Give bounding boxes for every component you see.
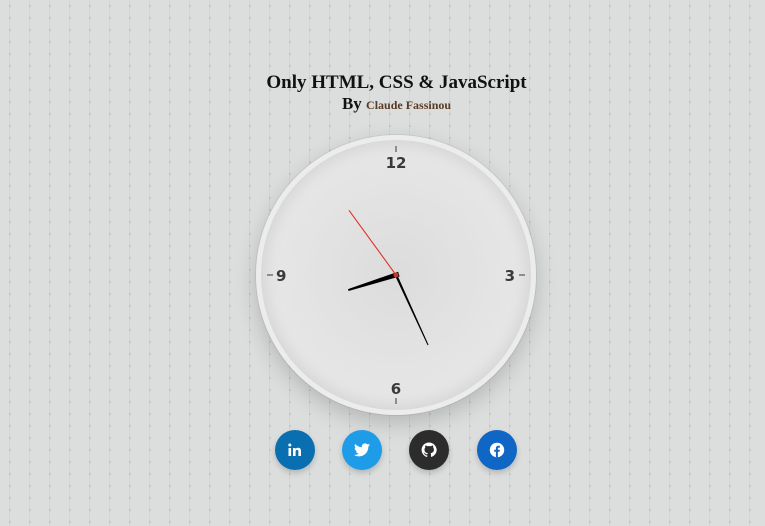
github-icon [421, 442, 437, 458]
numeral-6: 6 [391, 380, 401, 398]
page-title: Only HTML, CSS & JavaScript [266, 72, 527, 93]
github-button[interactable] [409, 430, 449, 470]
facebook-button[interactable] [477, 430, 517, 470]
second-hand [348, 209, 398, 277]
minute-hand [394, 272, 429, 346]
center-pin [393, 272, 399, 278]
twitter-icon [354, 443, 370, 457]
author-name: Claude Fassinou [366, 98, 452, 112]
hour-hand [348, 271, 400, 291]
by-label: By [341, 94, 362, 113]
clock-face: 12 3 6 9 [267, 146, 525, 404]
linkedin-button[interactable] [275, 430, 315, 470]
analog-clock: 12 3 6 9 [256, 135, 536, 415]
page-header: Only HTML, CSS & JavaScript By Claude Fa… [0, 72, 765, 115]
numeral-9: 9 [276, 267, 286, 285]
linkedin-icon [288, 443, 301, 456]
numeral-12: 12 [386, 154, 407, 172]
numeral-3: 3 [505, 267, 515, 285]
byline: By Claude Fassinou [0, 94, 765, 115]
twitter-button[interactable] [342, 430, 382, 470]
facebook-icon [489, 442, 505, 458]
